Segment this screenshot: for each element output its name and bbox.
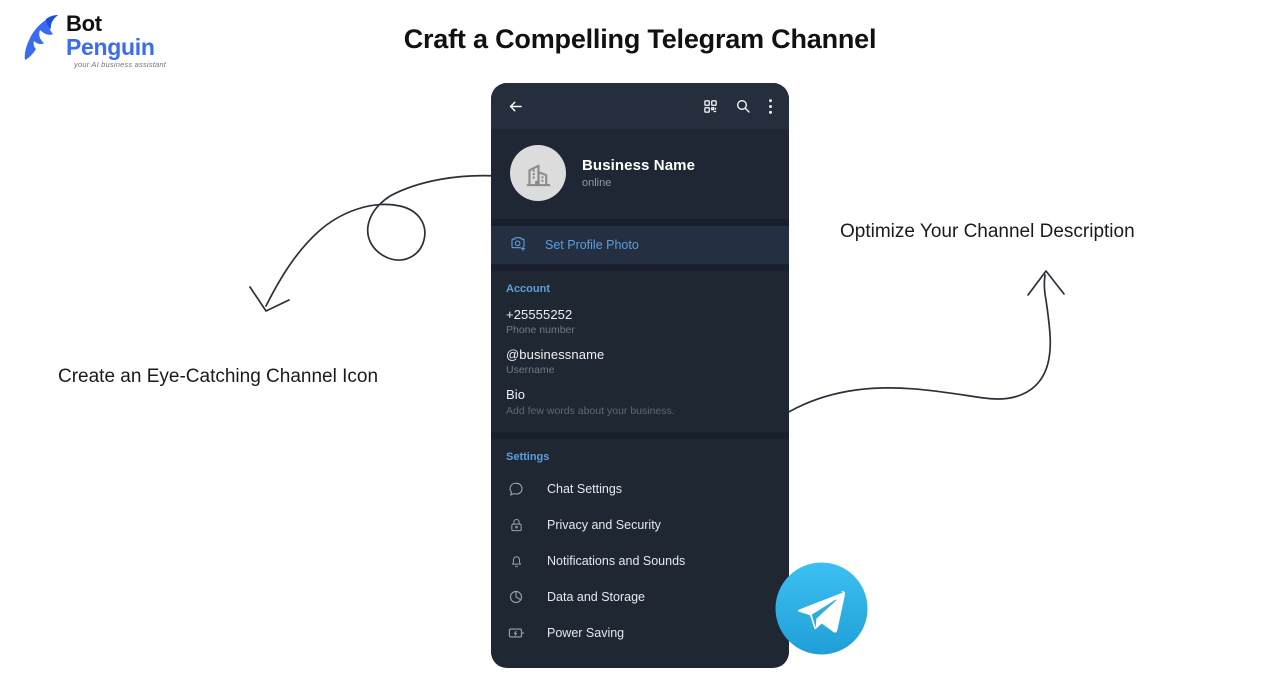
telegram-settings-screen: Business Name online Set Profile Photo A…	[491, 83, 789, 668]
battery-bolt-icon	[506, 626, 526, 640]
profile-name: Business Name	[582, 157, 696, 174]
bio-value: Bio	[506, 387, 526, 402]
settings-section: Settings Chat Settings Privacy and Secur…	[491, 439, 789, 655]
chat-bubble-icon	[506, 481, 526, 497]
username-field[interactable]: @businessname Username	[491, 343, 789, 383]
bio-placeholder: Add few words about your business.	[506, 405, 675, 417]
annotation-right-label: Optimize Your Channel Description	[840, 221, 1135, 242]
back-arrow-icon[interactable]	[507, 98, 524, 115]
lock-icon	[506, 517, 526, 533]
avatar[interactable]	[510, 145, 566, 201]
brand-tagline: your AI business assistant	[74, 60, 167, 69]
pie-chart-icon	[506, 589, 526, 605]
section-divider-2	[491, 264, 789, 271]
profile-text: Business Name online	[582, 157, 695, 189]
section-divider-3	[491, 432, 789, 439]
camera-add-icon	[510, 235, 526, 256]
left-arrowhead	[249, 286, 290, 312]
right-arrow-path	[747, 274, 1052, 443]
section-divider	[491, 219, 789, 226]
bell-icon	[506, 553, 526, 569]
app-header	[491, 83, 789, 129]
settings-section-title: Settings	[506, 451, 550, 463]
settings-item-privacy-and-security[interactable]: Privacy and Security	[491, 507, 789, 543]
settings-item-label: Notifications and Sounds	[547, 554, 686, 568]
more-vertical-icon[interactable]	[768, 98, 773, 115]
phone-number-label: Phone number	[506, 324, 575, 336]
settings-item-label: Data and Storage	[547, 590, 645, 604]
right-arrowhead	[1027, 270, 1065, 296]
account-section: Account +25555252 Phone number @business…	[491, 271, 789, 432]
phone-number-value: +25555252	[506, 307, 573, 322]
set-profile-photo-row[interactable]: Set Profile Photo	[491, 226, 789, 264]
search-icon[interactable]	[735, 98, 751, 114]
phone-number-field[interactable]: +25555252 Phone number	[491, 303, 789, 343]
left-arrow-path	[265, 174, 499, 307]
settings-item-notifications-and-sounds[interactable]: Notifications and Sounds	[491, 543, 789, 579]
username-value: @businessname	[506, 347, 605, 362]
settings-item-chat-settings[interactable]: Chat Settings	[491, 471, 789, 507]
set-profile-photo-label: Set Profile Photo	[545, 238, 639, 252]
qr-scan-icon[interactable]	[703, 99, 718, 114]
settings-item-label: Privacy and Security	[547, 518, 661, 532]
annotation-left-label: Create an Eye-Catching Channel Icon	[58, 366, 379, 387]
settings-item-power-saving[interactable]: Power Saving	[491, 615, 789, 651]
settings-item-data-and-storage[interactable]: Data and Storage	[491, 579, 789, 615]
bio-field[interactable]: Bio Add few words about your business.	[491, 383, 789, 424]
page-title: Craft a Compelling Telegram Channel	[403, 24, 877, 54]
telegram-logo-icon	[775, 562, 868, 655]
username-label: Username	[506, 364, 555, 376]
settings-item-label: Power Saving	[547, 626, 625, 640]
settings-item-label: Chat Settings	[547, 482, 623, 496]
account-section-title: Account	[506, 283, 550, 295]
profile-status: online	[582, 177, 612, 189]
profile-block[interactable]: Business Name online	[491, 129, 789, 219]
page-canvas: Bot Penguin your AI business assistant C…	[0, 0, 1280, 686]
